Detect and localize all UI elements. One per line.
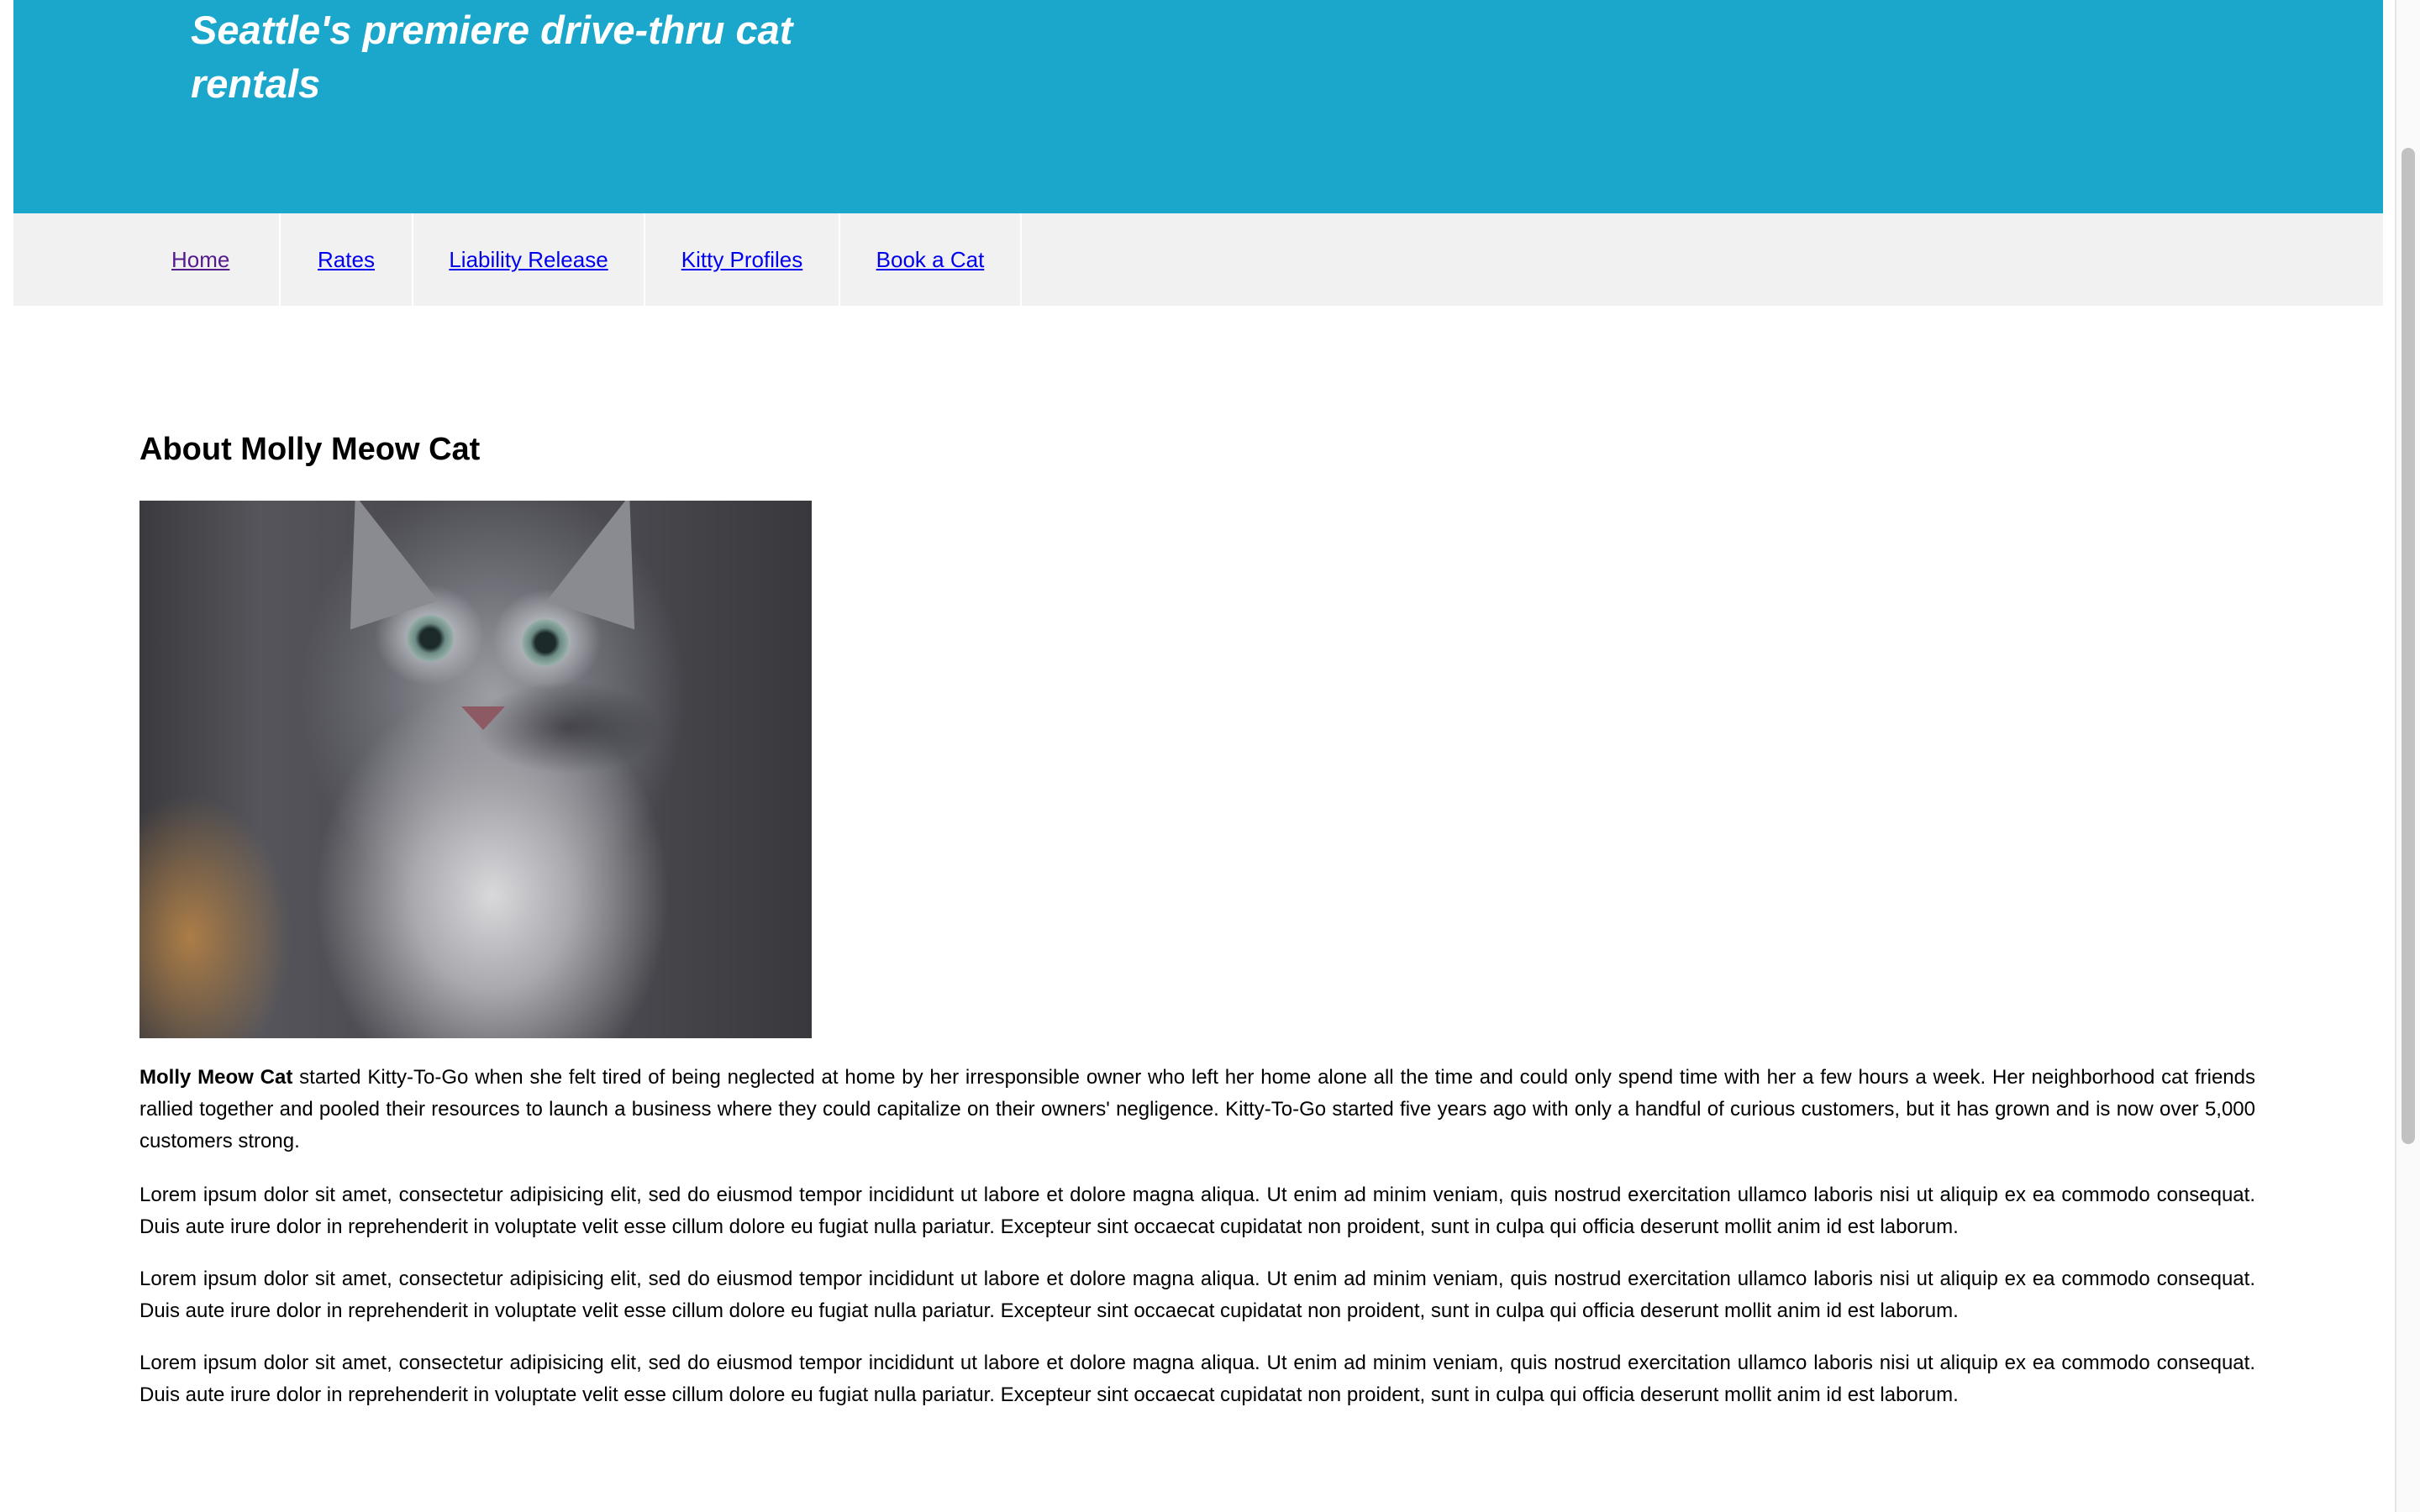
page: Seattle's premiere drive-thru cat rental…: [0, 0, 2420, 1512]
kitten-right-ear: [546, 501, 674, 630]
main-content: About Molly Meow Cat Molly Meow Cat star…: [139, 420, 2255, 1406]
page-title: About Molly Meow Cat: [139, 432, 481, 467]
nav-item-book-a-cat: Book a Cat: [840, 213, 1022, 306]
intro-paragraph: Molly Meow Cat started Kitty-To-Go when …: [139, 1062, 2255, 1158]
kitten-nose: [461, 706, 505, 730]
intro-name: Molly Meow Cat: [139, 1066, 293, 1089]
nav-item-home: Home: [13, 213, 281, 306]
main-nav: Home Rates Liability Release Kitty Profi…: [13, 213, 2383, 306]
lorem-paragraph: Lorem ipsum dolor sit amet, consectetur …: [139, 1268, 2255, 1322]
vertical-scrollbar[interactable]: [2395, 0, 2420, 1512]
kitten-photo: [139, 501, 812, 1038]
nav-item-liability-release: Liability Release: [413, 213, 645, 306]
site-tagline: Seattle's premiere drive-thru cat rental…: [191, 8, 793, 106]
lorem-paragraph: Lorem ipsum dolor sit amet, consectetur …: [139, 1184, 2255, 1238]
intro-text: started Kitty-To-Go when she felt tired …: [139, 1066, 2255, 1152]
scrollbar-thumb[interactable]: [2402, 148, 2415, 1144]
site-header: Seattle's premiere drive-thru cat rental…: [13, 0, 2383, 213]
nav-link-home[interactable]: Home: [13, 213, 279, 306]
nav-link-book-a-cat[interactable]: Book a Cat: [840, 213, 1020, 306]
kitten-left-ear: [311, 501, 439, 630]
kitten-right-eye: [522, 619, 569, 666]
nav-link-liability-release[interactable]: Liability Release: [413, 213, 644, 306]
nav-item-rates: Rates: [281, 213, 413, 306]
lorem-paragraph: Lorem ipsum dolor sit amet, consectetur …: [139, 1352, 2255, 1406]
nav-link-rates[interactable]: Rates: [281, 213, 412, 306]
nav-link-kitty-profiles[interactable]: Kitty Profiles: [645, 213, 839, 306]
nav-item-kitty-profiles: Kitty Profiles: [645, 213, 840, 306]
kitten-left-eye: [407, 615, 454, 662]
